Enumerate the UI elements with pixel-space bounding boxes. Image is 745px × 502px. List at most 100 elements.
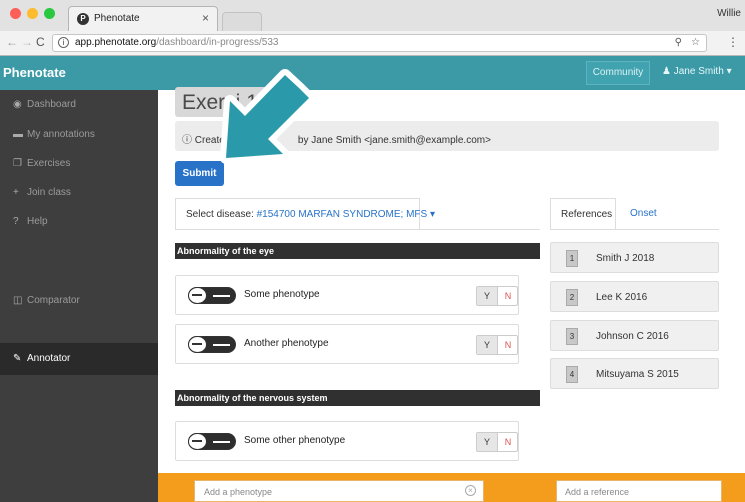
- reference-item[interactable]: 4 Mitsuyama S 2015: [550, 358, 719, 389]
- browser-tab[interactable]: P Phenotate ×: [68, 6, 218, 31]
- disease-select[interactable]: Select disease: #154700 MARFAN SYNDROME;…: [175, 198, 435, 229]
- reload-icon[interactable]: C: [36, 35, 45, 49]
- browser-chrome: P Phenotate × Willie ← → C i app.phenota…: [0, 0, 745, 56]
- yes-button[interactable]: Y: [477, 433, 498, 451]
- sidebar-item-label: Exercises: [27, 158, 71, 169]
- reference-item[interactable]: 1 Smith J 2018: [550, 242, 719, 273]
- minus-circle-icon: [188, 336, 207, 353]
- close-window-button[interactable]: [10, 8, 21, 19]
- disease-label: Select disease:: [186, 209, 254, 220]
- minus-circle-icon: [188, 433, 207, 450]
- browser-toolbar: ← → C i app.phenotate.org/dashboard/in-p…: [0, 31, 745, 55]
- add-phenotype-input[interactable]: Add a phenotype ×: [194, 480, 484, 502]
- sidebar-item-comparator[interactable]: ◫ Comparator: [13, 295, 80, 306]
- document-icon: 2: [566, 289, 578, 306]
- add-phenotype-placeholder: Add a phenotype: [204, 487, 273, 497]
- pencil-icon: ✎: [13, 353, 22, 364]
- copy-icon: ❐: [13, 158, 22, 169]
- reference-item[interactable]: 2 Lee K 2016: [550, 281, 719, 312]
- created-author: by Jane Smith <jane.smith@example.com>: [297, 135, 491, 146]
- document-icon: 1: [566, 250, 578, 267]
- forward-icon[interactable]: →: [21, 35, 33, 49]
- sidebar-item-join-class[interactable]: + Join class: [13, 187, 71, 198]
- yes-button[interactable]: Y: [477, 287, 498, 305]
- yes-no-toggle: YN: [476, 286, 518, 306]
- columns-icon: ◫: [13, 295, 23, 306]
- caret-down-icon: ▾: [726, 66, 732, 77]
- section-heading: Abnormality of the eye: [175, 243, 540, 259]
- minus-circle-icon: [188, 287, 207, 304]
- add-reference-placeholder: Add a reference: [565, 487, 630, 497]
- url-path: /dashboard/in-progress/533: [156, 37, 279, 48]
- user-icon: ♟: [662, 66, 671, 77]
- user-name: Jane Smith: [673, 66, 724, 77]
- phenotype-toggle[interactable]: [188, 336, 236, 353]
- created-info: ⓘ Created by Jane Smith <jane.smith@exam…: [175, 121, 719, 151]
- sidebar-item-label: Dashboard: [27, 99, 76, 110]
- sidebar-item-annotator-active[interactable]: ✎ Annotator: [0, 343, 158, 375]
- key-icon[interactable]: ⚲: [675, 37, 682, 48]
- yes-button[interactable]: Y: [477, 336, 498, 354]
- sidebar: ◉ Dashboard ▬ My annotations ❐ Exercises + J…: [0, 90, 158, 502]
- info-circle-icon: ⓘ: [182, 135, 192, 146]
- plus-icon: +: [13, 187, 19, 198]
- reference-label: Mitsuyama S 2015: [596, 369, 679, 380]
- no-button[interactable]: N: [498, 287, 518, 305]
- tab-onset[interactable]: Onset: [620, 198, 667, 230]
- no-button[interactable]: N: [498, 433, 518, 451]
- favicon-icon: P: [77, 13, 89, 25]
- sidebar-item-label: Help: [27, 216, 48, 227]
- sidebar-item-help[interactable]: ? Help: [13, 216, 48, 227]
- document-icon: 4: [566, 366, 578, 383]
- community-button[interactable]: Community: [586, 61, 650, 85]
- sidebar-item-label: Annotator: [27, 353, 71, 364]
- brand-logo[interactable]: Phenotate: [3, 65, 66, 80]
- no-button[interactable]: N: [498, 336, 518, 354]
- phenotype-label: Some phenotype: [244, 289, 320, 300]
- sidebar-item-dashboard[interactable]: ◉ Dashboard: [13, 99, 76, 110]
- phenotype-row: Another phenotype YN: [175, 324, 519, 364]
- caret-down-icon: ▾: [430, 209, 436, 220]
- exercise-title: Exerci 1: [175, 87, 275, 117]
- tab-divider: [550, 229, 719, 230]
- submit-button[interactable]: Submit: [175, 161, 224, 186]
- document-icon: 3: [566, 328, 578, 345]
- profile-name[interactable]: Willie: [717, 8, 741, 19]
- minimize-window-button[interactable]: [27, 8, 38, 19]
- tab-references[interactable]: References: [550, 198, 616, 230]
- phenotype-toggle[interactable]: [188, 287, 236, 304]
- reference-label: Johnson C 2016: [596, 331, 669, 342]
- browser-menu-icon[interactable]: ⋮: [727, 35, 739, 49]
- phenotype-toggle[interactable]: [188, 433, 236, 450]
- url-text: app.phenotate.org/dashboard/in-progress/…: [75, 37, 279, 48]
- question-icon: ?: [13, 216, 19, 227]
- disease-value: #154700 MARFAN SYNDROME; MFS: [256, 209, 428, 220]
- info-icon[interactable]: i: [58, 37, 69, 48]
- bookmark-star-icon[interactable]: ☆: [691, 37, 700, 48]
- exercise-title-text: Exerci: [182, 91, 241, 114]
- sidebar-item-exercises[interactable]: ❐ Exercises: [13, 158, 70, 169]
- new-tab-button[interactable]: [222, 12, 262, 31]
- yes-no-toggle: YN: [476, 432, 518, 452]
- maximize-window-button[interactable]: [44, 8, 55, 19]
- phenotype-row: Some phenotype YN: [175, 275, 519, 315]
- dashboard-icon: ◉: [13, 99, 22, 110]
- phenotype-label: Another phenotype: [244, 338, 329, 349]
- back-icon[interactable]: ←: [6, 35, 18, 49]
- exercise-title-number: 1: [246, 91, 258, 114]
- phenotype-label: Some other phenotype: [244, 435, 346, 446]
- reference-item[interactable]: 3 Johnson C 2016: [550, 320, 719, 351]
- add-reference-input[interactable]: Add a reference: [556, 480, 722, 502]
- address-bar[interactable]: i app.phenotate.org/dashboard/in-progres…: [52, 34, 707, 52]
- tab-divider: [175, 229, 540, 230]
- reference-label: Lee K 2016: [596, 292, 648, 303]
- tab-title: Phenotate: [94, 13, 140, 24]
- clear-icon[interactable]: ×: [465, 485, 476, 496]
- user-menu[interactable]: ♟ Jane Smith ▾: [662, 66, 732, 77]
- created-prefix: Created: [194, 135, 231, 146]
- sidebar-item-label: Join class: [27, 187, 71, 198]
- folder-icon: ▬: [13, 129, 23, 140]
- yes-no-toggle: YN: [476, 335, 518, 355]
- sidebar-item-my-annotations[interactable]: ▬ My annotations: [13, 129, 95, 140]
- close-tab-icon[interactable]: ×: [202, 11, 209, 25]
